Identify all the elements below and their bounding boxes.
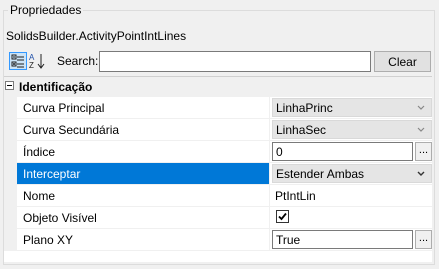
property-name: Interceptar: [23, 167, 81, 181]
chevron-down-icon: [417, 105, 425, 110]
property-row-nome[interactable]: Nome PtIntLin: [4, 185, 432, 207]
column-divider[interactable]: [269, 207, 270, 229]
property-row-indice[interactable]: Índice 0 ...: [4, 141, 432, 163]
property-row-objeto-visivel[interactable]: Objeto Visível: [4, 207, 432, 229]
property-name: Curva Principal: [23, 101, 105, 115]
dropdown-value: Estender Ambas: [276, 167, 365, 181]
indice-ellipsis-button[interactable]: ...: [415, 142, 432, 161]
search-input[interactable]: [99, 51, 371, 72]
column-divider[interactable]: [269, 141, 270, 163]
column-divider[interactable]: [269, 163, 270, 185]
dropdown-value: LinhaPrinc: [276, 101, 333, 115]
input-value: 0: [276, 145, 283, 159]
dropdown-value: LinhaSec: [276, 123, 327, 137]
plano-xy-ellipsis-button[interactable]: ...: [415, 230, 432, 249]
category-label: Identificação: [19, 80, 93, 94]
property-name: Curva Secundária: [23, 123, 120, 137]
objeto-visivel-checkbox[interactable]: [276, 210, 289, 223]
column-divider[interactable]: [269, 119, 270, 141]
chevron-down-icon: [417, 171, 425, 176]
column-divider[interactable]: [269, 185, 270, 207]
curva-principal-dropdown[interactable]: LinhaPrinc: [272, 98, 432, 117]
checkmark-icon: [278, 212, 287, 221]
nome-value[interactable]: PtIntLin: [275, 189, 316, 203]
interceptar-dropdown[interactable]: Estender Ambas: [272, 164, 432, 183]
column-divider[interactable]: [269, 229, 270, 251]
alphabetical-sort-button[interactable]: A Z: [28, 52, 46, 70]
search-label: Search:: [57, 54, 99, 68]
panel-title: Propriedades: [8, 3, 84, 17]
alphabetical-sort-icon: A Z: [29, 53, 45, 70]
property-row-curva-secundaria[interactable]: Curva Secundária LinhaSec: [4, 119, 432, 141]
input-value: True: [276, 233, 301, 247]
clear-button[interactable]: Clear: [374, 51, 431, 72]
collapse-icon[interactable]: [5, 81, 14, 90]
category-row-identificacao[interactable]: Identificação: [4, 77, 432, 97]
indice-input[interactable]: 0: [272, 142, 413, 161]
column-divider[interactable]: [269, 97, 270, 119]
categorized-view-button[interactable]: [9, 52, 27, 70]
property-name: Índice: [23, 145, 56, 159]
property-grid: Identificação Curva Principal LinhaPrinc…: [4, 76, 432, 262]
categorized-view-icon: [11, 54, 24, 68]
property-row-interceptar[interactable]: Interceptar Estender Ambas: [4, 163, 432, 185]
svg-text:Z: Z: [29, 61, 34, 70]
property-row-curva-principal[interactable]: Curva Principal LinhaPrinc: [4, 97, 432, 119]
property-name: Plano XY: [23, 233, 74, 247]
curva-secundaria-dropdown[interactable]: LinhaSec: [272, 120, 432, 139]
property-row-plano-xy[interactable]: Plano XY True ...: [4, 229, 432, 251]
property-name: Nome: [23, 189, 56, 203]
selected-object-name: SolidsBuilder.ActivityPointIntLines: [6, 29, 187, 43]
chevron-down-icon: [417, 127, 425, 132]
property-name: Objeto Visível: [23, 211, 97, 225]
plano-xy-input[interactable]: True: [272, 230, 413, 249]
